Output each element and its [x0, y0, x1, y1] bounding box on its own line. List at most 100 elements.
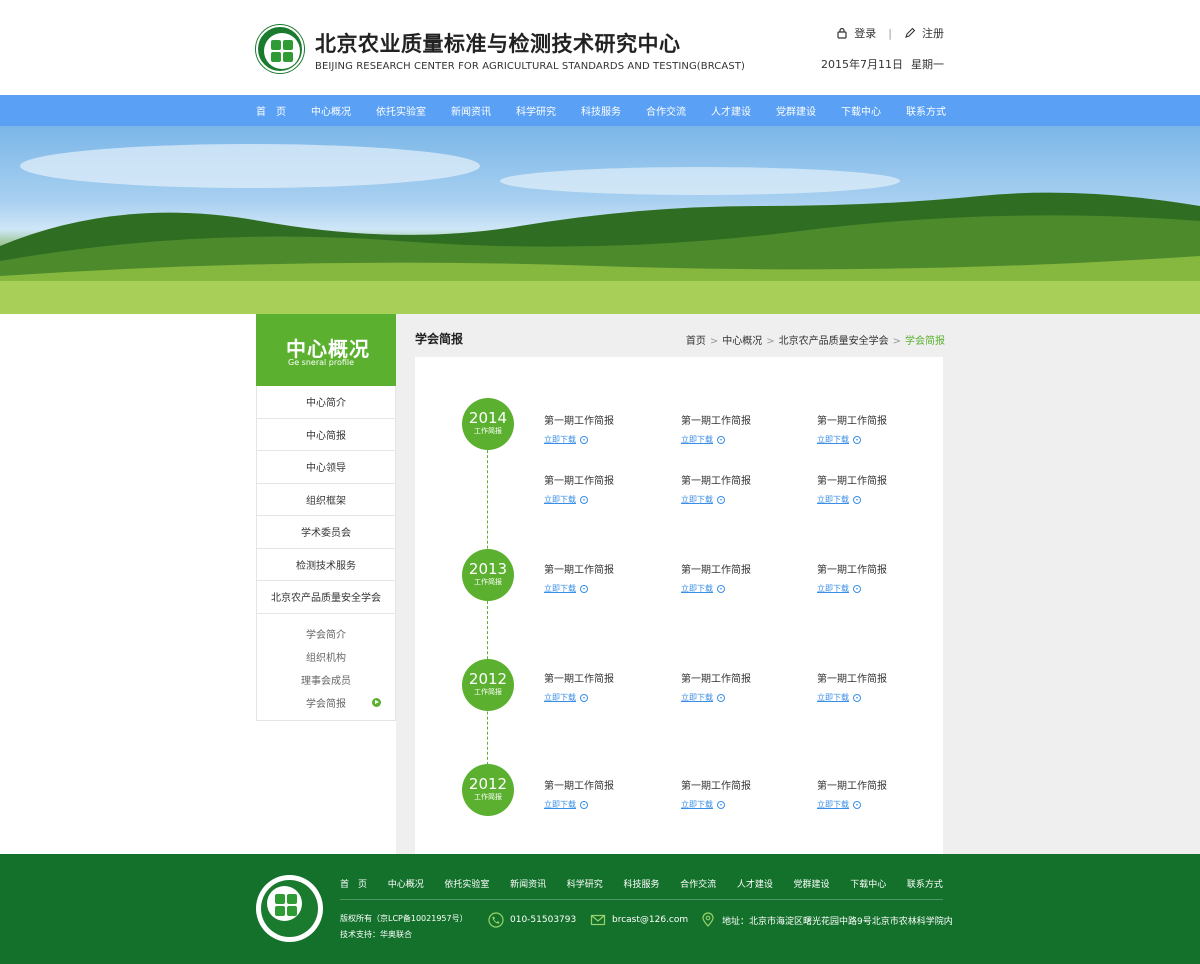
download-link[interactable]: 立即下载: [817, 583, 861, 594]
bulletin-title[interactable]: 第一期工作简报: [681, 412, 791, 427]
bulletin-title[interactable]: 第一期工作简报: [544, 472, 654, 487]
footer-nav-home[interactable]: 首 页: [340, 877, 367, 890]
site-footer: [0, 854, 1200, 964]
download-icon: [580, 435, 588, 444]
download-link[interactable]: 立即下载: [544, 583, 588, 594]
main-nav-items: 首 页 中心概况 依托实验室 新闻资讯 科学研究 科技服务 合作交流 人才建设 …: [256, 95, 946, 126]
download-label: 立即下载: [681, 584, 713, 593]
footer-nav-overview[interactable]: 中心概况: [388, 877, 424, 890]
breadcrumb-society[interactable]: 北京农产品质量安全学会: [779, 336, 889, 347]
download-link[interactable]: 立即下载: [817, 799, 861, 810]
register-link[interactable]: 注册: [922, 25, 944, 41]
footer-nav-downloads[interactable]: 下载中心: [850, 877, 886, 890]
nav-item-home[interactable]: 首 页: [256, 103, 286, 118]
download-link[interactable]: 立即下载: [681, 583, 725, 594]
login-link[interactable]: 登录: [854, 25, 876, 41]
nav-item-talent[interactable]: 人才建设: [711, 103, 751, 118]
bulletin-title[interactable]: 第一期工作简报: [817, 412, 927, 427]
submenu-item-organization[interactable]: 组织机构: [257, 645, 395, 668]
submenu-item-society-intro[interactable]: 学会简介: [257, 622, 395, 645]
nav-item-services[interactable]: 科技服务: [581, 103, 621, 118]
footer-nav-party[interactable]: 党群建设: [794, 877, 830, 890]
nav-item-labs[interactable]: 依托实验室: [376, 103, 426, 118]
footer-address: 地址：北京市海淀区曙光花园中路9号北京市农林科学院内: [700, 912, 953, 928]
bulletin-title[interactable]: 第一期工作简报: [544, 670, 654, 685]
submenu-item-society-bulletin[interactable]: 学会简报: [257, 691, 395, 714]
year-badge: 2014 工作简报: [462, 398, 514, 450]
logo-leaf: [275, 894, 285, 904]
footer-nav-cooperation[interactable]: 合作交流: [680, 877, 716, 890]
download-icon: [580, 800, 588, 809]
sidebar-item-testing[interactable]: 检测技术服务: [257, 549, 395, 581]
download-link[interactable]: 立即下载: [544, 494, 588, 505]
year-text: 2013: [468, 560, 508, 578]
sidebar-item-leaders[interactable]: 中心领导: [257, 451, 395, 484]
nav-item-research[interactable]: 科学研究: [516, 103, 556, 118]
download-link[interactable]: 立即下载: [817, 434, 861, 445]
bulletin-title[interactable]: 第一期工作简报: [817, 561, 927, 576]
download-label: 立即下载: [817, 584, 849, 593]
breadcrumb-overview[interactable]: 中心概况: [722, 336, 762, 347]
email-text[interactable]: brcast@126.com: [612, 915, 688, 925]
bulletin-title[interactable]: 第一期工作简报: [544, 412, 654, 427]
nav-item-overview[interactable]: 中心概况: [311, 103, 351, 118]
bulletin-title[interactable]: 第一期工作简报: [681, 670, 791, 685]
bulletin-title[interactable]: 第一期工作简报: [817, 777, 927, 792]
download-link[interactable]: 立即下载: [681, 799, 725, 810]
nav-item-cooperation[interactable]: 合作交流: [646, 103, 686, 118]
footer-nav-news[interactable]: 新闻资讯: [510, 877, 546, 890]
nav-item-downloads[interactable]: 下载中心: [841, 103, 881, 118]
year-label: 工作简报: [474, 688, 502, 696]
download-link[interactable]: 立即下载: [681, 494, 725, 505]
breadcrumb: 首页 > 中心概况 > 北京农产品质量安全学会 > 学会简报: [686, 332, 945, 347]
download-link[interactable]: 立即下载: [544, 434, 588, 445]
sidebar-subtitle: Ge sneral profile: [288, 358, 355, 367]
location-pin-icon: [700, 912, 716, 928]
hero-banner-wheat-field: [0, 126, 1200, 314]
weekday-text: 星期一: [911, 58, 944, 71]
download-link[interactable]: 立即下载: [681, 692, 725, 703]
sidebar-item-structure[interactable]: 组织框架: [257, 484, 395, 516]
footer-phone: 010-51503793: [488, 912, 576, 928]
bulletin-title[interactable]: 第一期工作简报: [681, 472, 791, 487]
download-link[interactable]: 立即下载: [544, 799, 588, 810]
nav-item-party[interactable]: 党群建设: [776, 103, 816, 118]
bulletin-item: 第一期工作简报立即下载: [544, 777, 654, 811]
bulletin-title[interactable]: 第一期工作简报: [544, 561, 654, 576]
footer-nav-labs[interactable]: 依托实验室: [444, 877, 489, 890]
download-link[interactable]: 立即下载: [817, 692, 861, 703]
sidebar-item-intro[interactable]: 中心简介: [257, 386, 395, 419]
submenu-item-council[interactable]: 理事会成员: [257, 668, 395, 691]
footer-email: brcast@126.com: [590, 912, 688, 928]
footer-divider: [340, 899, 943, 900]
main-nav: 首 页 中心概况 依托实验室 新闻资讯 科学研究 科技服务 合作交流 人才建设 …: [0, 95, 1200, 126]
bulletin-title[interactable]: 第一期工作简报: [681, 777, 791, 792]
sidebar-submenu: 学会简介 组织机构 理事会成员 学会简报: [257, 614, 395, 720]
nav-item-contact[interactable]: 联系方式: [906, 103, 946, 118]
download-label: 立即下载: [544, 584, 576, 593]
footer-nav-contact[interactable]: 联系方式: [907, 877, 943, 890]
bulletin-item: 第一期工作简报立即下载: [681, 777, 791, 811]
download-icon: [717, 693, 725, 702]
download-link[interactable]: 立即下载: [817, 494, 861, 505]
bulletin-title[interactable]: 第一期工作简报: [817, 472, 927, 487]
sidebar-item-society[interactable]: 北京农产品质量安全学会: [257, 581, 395, 614]
bulletin-title[interactable]: 第一期工作简报: [544, 777, 654, 792]
download-label: 立即下载: [681, 495, 713, 504]
brcast-logo[interactable]: [256, 25, 304, 73]
footer-nav-services[interactable]: 科技服务: [623, 877, 659, 890]
nav-item-news[interactable]: 新闻资讯: [451, 103, 491, 118]
bulletin-title[interactable]: 第一期工作简报: [681, 561, 791, 576]
bulletin-title[interactable]: 第一期工作简报: [817, 670, 927, 685]
sidebar-item-bulletin[interactable]: 中心简报: [257, 419, 395, 451]
download-link[interactable]: 立即下载: [681, 434, 725, 445]
download-link[interactable]: 立即下载: [544, 692, 588, 703]
breadcrumb-current: 学会简报: [905, 336, 945, 347]
sidebar-item-committee[interactable]: 学术委员会: [257, 516, 395, 549]
download-label: 立即下载: [817, 693, 849, 702]
breadcrumb-home[interactable]: 首页: [686, 336, 706, 347]
footer-nav-research[interactable]: 科学研究: [567, 877, 603, 890]
download-label: 立即下载: [544, 693, 576, 702]
download-icon: [717, 495, 725, 504]
footer-nav-talent[interactable]: 人才建设: [737, 877, 773, 890]
